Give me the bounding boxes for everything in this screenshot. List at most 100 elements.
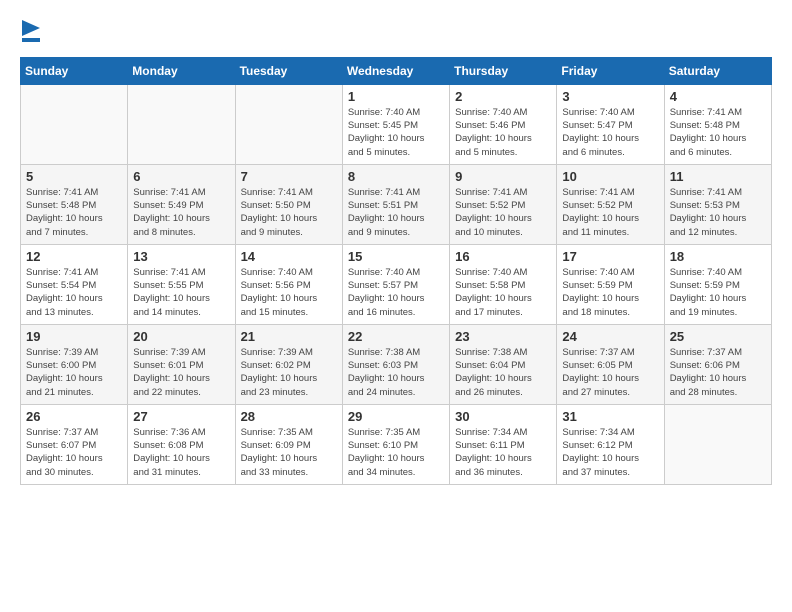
day-info: Sunrise: 7:41 AMSunset: 5:52 PMDaylight:…: [455, 186, 551, 239]
day-number: 7: [241, 169, 337, 184]
page-header: [20, 20, 772, 47]
calendar-cell: 15 Sunrise: 7:40 AMSunset: 5:57 PMDayligh…: [342, 244, 449, 324]
day-number: 3: [562, 89, 658, 104]
day-number: 14: [241, 249, 337, 264]
logo: [20, 20, 40, 47]
calendar-cell: 31 Sunrise: 7:34 AMSunset: 6:12 PMDayligh…: [557, 404, 664, 484]
day-info: Sunrise: 7:41 AMSunset: 5:54 PMDaylight:…: [26, 266, 122, 319]
calendar-cell: 22 Sunrise: 7:38 AMSunset: 6:03 PMDayligh…: [342, 324, 449, 404]
calendar-cell: [21, 84, 128, 164]
day-number: 25: [670, 329, 766, 344]
calendar-cell: 12 Sunrise: 7:41 AMSunset: 5:54 PMDayligh…: [21, 244, 128, 324]
day-number: 24: [562, 329, 658, 344]
day-number: 4: [670, 89, 766, 104]
day-info: Sunrise: 7:36 AMSunset: 6:08 PMDaylight:…: [133, 426, 229, 479]
calendar-cell: 3 Sunrise: 7:40 AMSunset: 5:47 PMDaylight…: [557, 84, 664, 164]
day-number: 11: [670, 169, 766, 184]
calendar-week-row: 1 Sunrise: 7:40 AMSunset: 5:45 PMDaylight…: [21, 84, 772, 164]
weekday-header: Thursday: [450, 57, 557, 84]
day-info: Sunrise: 7:41 AMSunset: 5:48 PMDaylight:…: [670, 106, 766, 159]
calendar-cell: 14 Sunrise: 7:40 AMSunset: 5:56 PMDayligh…: [235, 244, 342, 324]
day-info: Sunrise: 7:37 AMSunset: 6:07 PMDaylight:…: [26, 426, 122, 479]
day-info: Sunrise: 7:39 AMSunset: 6:01 PMDaylight:…: [133, 346, 229, 399]
calendar-cell: 18 Sunrise: 7:40 AMSunset: 5:59 PMDayligh…: [664, 244, 771, 324]
day-info: Sunrise: 7:40 AMSunset: 5:59 PMDaylight:…: [670, 266, 766, 319]
day-info: Sunrise: 7:41 AMSunset: 5:50 PMDaylight:…: [241, 186, 337, 239]
day-number: 15: [348, 249, 444, 264]
calendar-cell: 10Sunrise: 7:41 AMSunset: 5:52 PMDayligh…: [557, 164, 664, 244]
day-number: 20: [133, 329, 229, 344]
day-info: Sunrise: 7:40 AMSunset: 5:47 PMDaylight:…: [562, 106, 658, 159]
calendar-cell: 21 Sunrise: 7:39 AMSunset: 6:02 PMDayligh…: [235, 324, 342, 404]
day-number: 19: [26, 329, 122, 344]
day-number: 13: [133, 249, 229, 264]
day-number: 22: [348, 329, 444, 344]
weekday-header: Tuesday: [235, 57, 342, 84]
weekday-header: Friday: [557, 57, 664, 84]
calendar-week-row: 19 Sunrise: 7:39 AMSunset: 6:00 PMDayligh…: [21, 324, 772, 404]
calendar-cell: 19 Sunrise: 7:39 AMSunset: 6:00 PMDayligh…: [21, 324, 128, 404]
calendar-cell: 29 Sunrise: 7:35 AMSunset: 6:10 PMDayligh…: [342, 404, 449, 484]
day-number: 6: [133, 169, 229, 184]
day-info: Sunrise: 7:40 AMSunset: 5:56 PMDaylight:…: [241, 266, 337, 319]
day-number: 23: [455, 329, 551, 344]
day-number: 8: [348, 169, 444, 184]
calendar-cell: 7 Sunrise: 7:41 AMSunset: 5:50 PMDaylight…: [235, 164, 342, 244]
day-number: 9: [455, 169, 551, 184]
weekday-header: Wednesday: [342, 57, 449, 84]
day-info: Sunrise: 7:39 AMSunset: 6:00 PMDaylight:…: [26, 346, 122, 399]
calendar-cell: 2 Sunrise: 7:40 AMSunset: 5:46 PMDaylight…: [450, 84, 557, 164]
calendar-cell: 26 Sunrise: 7:37 AMSunset: 6:07 PMDayligh…: [21, 404, 128, 484]
day-info: Sunrise: 7:38 AMSunset: 6:03 PMDaylight:…: [348, 346, 444, 399]
calendar-week-row: 12 Sunrise: 7:41 AMSunset: 5:54 PMDayligh…: [21, 244, 772, 324]
calendar-cell: [128, 84, 235, 164]
day-info: Sunrise: 7:41 AMSunset: 5:52 PMDaylight:…: [562, 186, 658, 239]
day-info: Sunrise: 7:37 AMSunset: 6:06 PMDaylight:…: [670, 346, 766, 399]
day-number: 17: [562, 249, 658, 264]
calendar-cell: 28Sunrise: 7:35 AMSunset: 6:09 PMDayligh…: [235, 404, 342, 484]
day-number: 1: [348, 89, 444, 104]
day-info: Sunrise: 7:41 AMSunset: 5:53 PMDaylight:…: [670, 186, 766, 239]
calendar-cell: 13 Sunrise: 7:41 AMSunset: 5:55 PMDayligh…: [128, 244, 235, 324]
calendar-cell: 17Sunrise: 7:40 AMSunset: 5:59 PMDayligh…: [557, 244, 664, 324]
calendar-cell: 5 Sunrise: 7:41 AMSunset: 5:48 PMDaylight…: [21, 164, 128, 244]
weekday-header: Sunday: [21, 57, 128, 84]
calendar-cell: 16 Sunrise: 7:40 AMSunset: 5:58 PMDayligh…: [450, 244, 557, 324]
day-number: 31: [562, 409, 658, 424]
day-number: 26: [26, 409, 122, 424]
calendar-cell: 20 Sunrise: 7:39 AMSunset: 6:01 PMDayligh…: [128, 324, 235, 404]
day-info: Sunrise: 7:41 AMSunset: 5:55 PMDaylight:…: [133, 266, 229, 319]
day-number: 30: [455, 409, 551, 424]
day-number: 18: [670, 249, 766, 264]
day-number: 21: [241, 329, 337, 344]
day-info: Sunrise: 7:35 AMSunset: 6:10 PMDaylight:…: [348, 426, 444, 479]
calendar-cell: [235, 84, 342, 164]
day-number: 5: [26, 169, 122, 184]
logo-icon: [22, 20, 40, 42]
day-number: 16: [455, 249, 551, 264]
day-info: Sunrise: 7:40 AMSunset: 5:45 PMDaylight:…: [348, 106, 444, 159]
calendar-cell: 1 Sunrise: 7:40 AMSunset: 5:45 PMDaylight…: [342, 84, 449, 164]
calendar-cell: 9 Sunrise: 7:41 AMSunset: 5:52 PMDaylight…: [450, 164, 557, 244]
calendar-cell: 8Sunrise: 7:41 AMSunset: 5:51 PMDaylight…: [342, 164, 449, 244]
day-info: Sunrise: 7:40 AMSunset: 5:46 PMDaylight:…: [455, 106, 551, 159]
day-number: 29: [348, 409, 444, 424]
calendar-cell: 25 Sunrise: 7:37 AMSunset: 6:06 PMDayligh…: [664, 324, 771, 404]
day-info: Sunrise: 7:40 AMSunset: 5:57 PMDaylight:…: [348, 266, 444, 319]
calendar-cell: 4 Sunrise: 7:41 AMSunset: 5:48 PMDaylight…: [664, 84, 771, 164]
day-number: 28: [241, 409, 337, 424]
calendar-header-row: SundayMondayTuesdayWednesdayThursdayFrid…: [21, 57, 772, 84]
day-number: 27: [133, 409, 229, 424]
calendar-cell: 11 Sunrise: 7:41 AMSunset: 5:53 PMDayligh…: [664, 164, 771, 244]
calendar-week-row: 5 Sunrise: 7:41 AMSunset: 5:48 PMDaylight…: [21, 164, 772, 244]
day-info: Sunrise: 7:40 AMSunset: 5:58 PMDaylight:…: [455, 266, 551, 319]
day-info: Sunrise: 7:34 AMSunset: 6:12 PMDaylight:…: [562, 426, 658, 479]
weekday-header: Saturday: [664, 57, 771, 84]
day-info: Sunrise: 7:41 AMSunset: 5:48 PMDaylight:…: [26, 186, 122, 239]
calendar-table: SundayMondayTuesdayWednesdayThursdayFrid…: [20, 57, 772, 485]
day-info: Sunrise: 7:39 AMSunset: 6:02 PMDaylight:…: [241, 346, 337, 399]
calendar-cell: 27 Sunrise: 7:36 AMSunset: 6:08 PMDayligh…: [128, 404, 235, 484]
day-number: 12: [26, 249, 122, 264]
day-info: Sunrise: 7:34 AMSunset: 6:11 PMDaylight:…: [455, 426, 551, 479]
day-number: 2: [455, 89, 551, 104]
